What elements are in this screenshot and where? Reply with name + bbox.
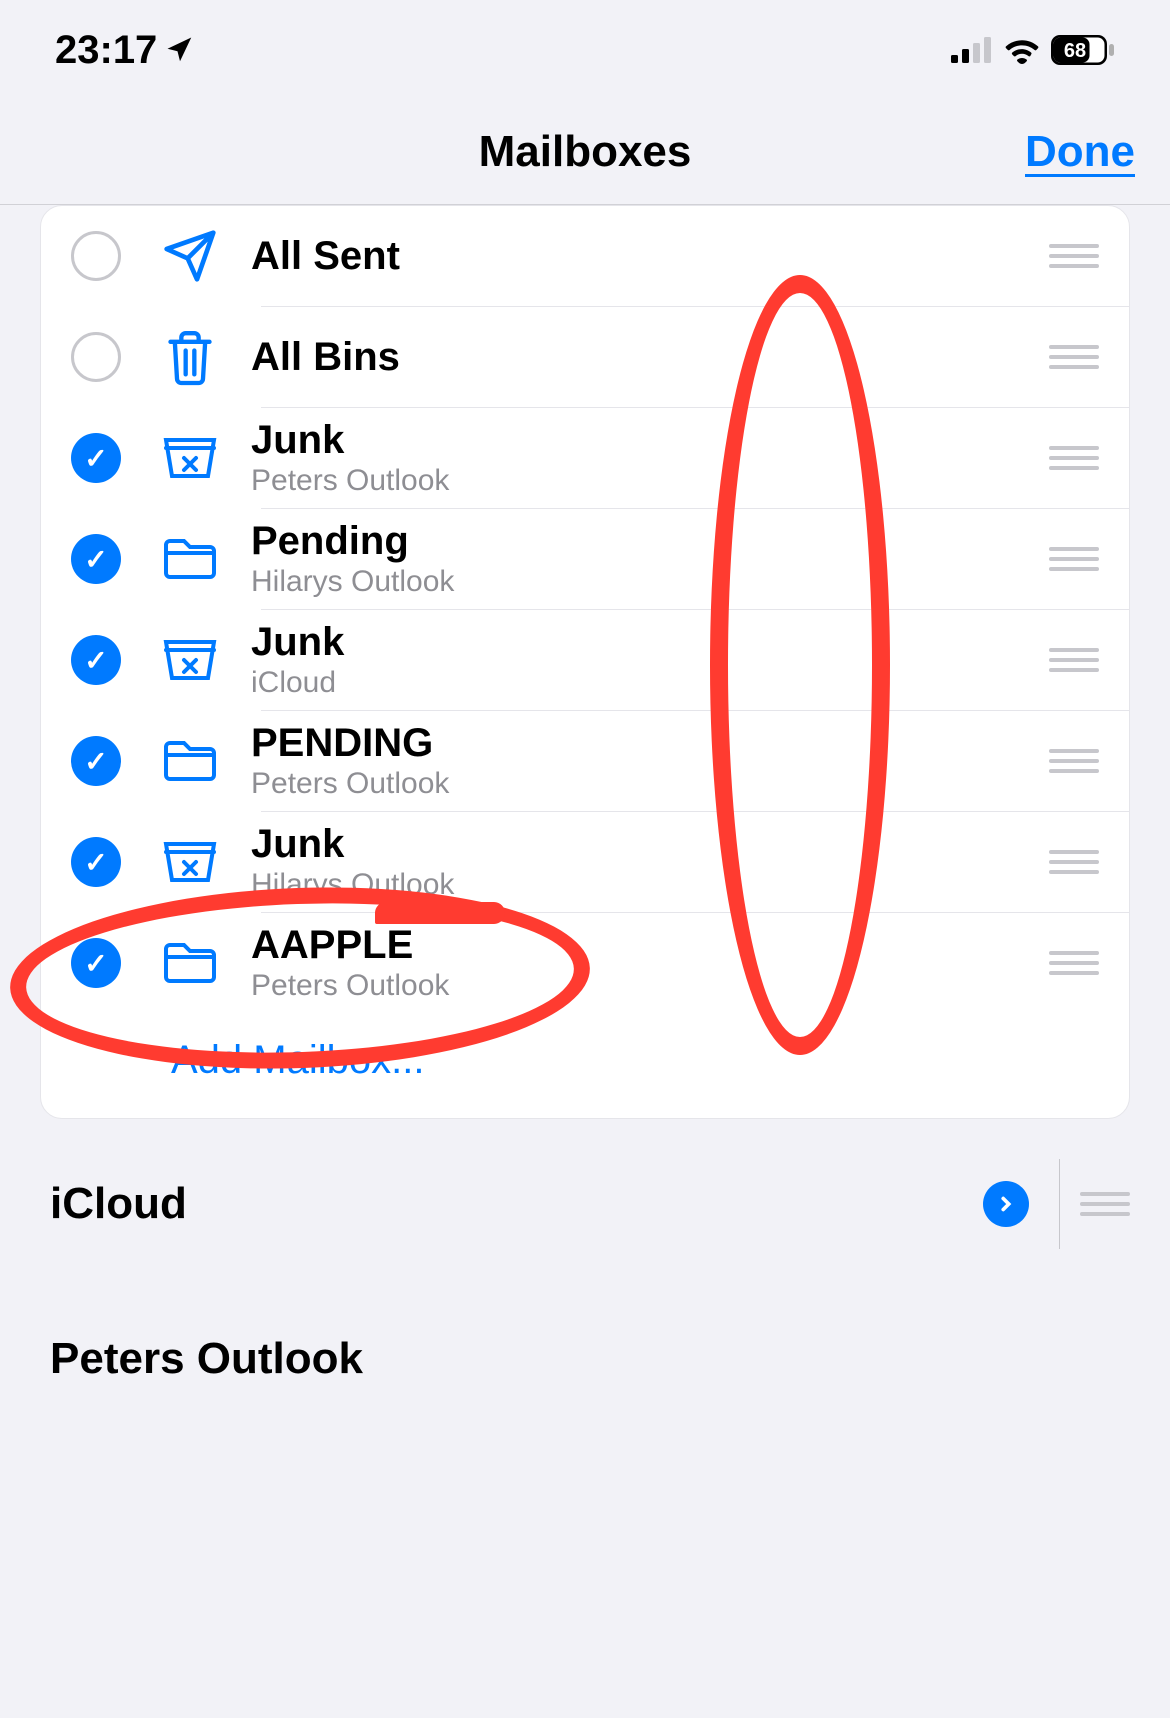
row-label: Junk [251,620,1049,664]
drag-handle-icon[interactable] [1049,244,1099,268]
vertical-divider [1059,1159,1060,1249]
junk-icon [159,427,221,489]
battery-icon: 68 [1051,35,1115,65]
drag-handle-icon[interactable] [1049,345,1099,369]
mailbox-list: All Sent All Bins ✓ [40,205,1130,1119]
checkbox[interactable] [71,332,121,382]
account-name: Peters Outlook [50,1334,1130,1384]
drag-handle-icon[interactable] [1049,951,1099,975]
checkbox[interactable]: ✓ [71,635,121,685]
drag-handle-icon[interactable] [1049,446,1099,470]
row-text: Junk Hilarys Outlook [251,822,1049,902]
row-label: Pending [251,519,1049,563]
nav-header: Mailboxes Done [0,100,1170,205]
row-label: AAPPLE [251,923,1049,967]
drag-handle-icon[interactable] [1049,547,1099,571]
status-left: 23:17 [55,28,195,73]
row-sublabel: Hilarys Outlook [251,565,1049,599]
folder-icon [159,528,221,590]
row-text: All Bins [251,335,1049,379]
row-text: Junk iCloud [251,620,1049,700]
row-text: PENDING Peters Outlook [251,721,1049,801]
row-sublabel: Hilarys Outlook [251,868,1049,902]
location-icon [165,35,195,65]
row-text: All Sent [251,234,1049,278]
row-text: Junk Peters Outlook [251,418,1049,498]
trash-icon [159,326,221,388]
checkbox[interactable]: ✓ [71,433,121,483]
row-label: All Sent [251,234,1049,278]
checkbox[interactable]: ✓ [71,837,121,887]
account-row-peters-outlook[interactable]: Peters Outlook [0,1274,1170,1409]
chevron-right-icon[interactable] [983,1181,1029,1227]
row-sublabel: iCloud [251,666,1049,700]
status-bar: 23:17 68 [0,0,1170,100]
status-right: 68 [951,35,1115,65]
row-text: AAPPLE Peters Outlook [251,923,1049,1003]
row-label: PENDING [251,721,1049,765]
status-time: 23:17 [55,28,157,73]
signal-icon [951,37,993,63]
done-button[interactable]: Done [1025,127,1135,177]
add-mailbox-link[interactable]: Add Mailbox... [171,1038,424,1082]
send-icon [159,225,221,287]
row-label: All Bins [251,335,1049,379]
account-row-icloud[interactable]: iCloud [0,1119,1170,1274]
junk-icon [159,629,221,691]
row-sublabel: Peters Outlook [251,464,1049,498]
row-label: Junk [251,418,1049,462]
drag-handle-icon[interactable] [1049,850,1099,874]
drag-handle-icon[interactable] [1049,749,1099,773]
drag-handle-icon[interactable] [1080,1192,1130,1216]
row-sublabel: Peters Outlook [251,767,1049,801]
mailbox-row-pending-hilarys[interactable]: ✓ Pending Hilarys Outlook [41,509,1129,609]
row-text: Pending Hilarys Outlook [251,519,1049,599]
wifi-icon [1003,36,1041,64]
row-sublabel: Peters Outlook [251,969,1049,1003]
checkbox[interactable]: ✓ [71,534,121,584]
mailbox-row-all-sent[interactable]: All Sent [41,206,1129,306]
mailbox-row-all-bins[interactable]: All Bins [41,307,1129,407]
svg-text:68: 68 [1064,40,1086,62]
junk-icon [159,831,221,893]
folder-icon [159,730,221,792]
checkbox[interactable]: ✓ [71,736,121,786]
folder-icon [159,932,221,994]
row-label: Junk [251,822,1049,866]
account-name: iCloud [50,1179,983,1229]
mailbox-row-junk-hilarys[interactable]: ✓ Junk Hilarys Outlook [41,812,1129,912]
mailbox-row-pending-peters[interactable]: ✓ PENDING Peters Outlook [41,711,1129,811]
mailbox-row-aapple[interactable]: ✓ AAPPLE Peters Outlook [41,913,1129,1013]
checkbox[interactable]: ✓ [71,938,121,988]
mailbox-row-junk-icloud[interactable]: ✓ Junk iCloud [41,610,1129,710]
mailbox-row-junk-peters[interactable]: ✓ Junk Peters Outlook [41,408,1129,508]
add-mailbox-row[interactable]: Add Mailbox... [41,1013,1129,1118]
checkbox[interactable] [71,231,121,281]
drag-handle-icon[interactable] [1049,648,1099,672]
nav-title: Mailboxes [479,127,692,177]
